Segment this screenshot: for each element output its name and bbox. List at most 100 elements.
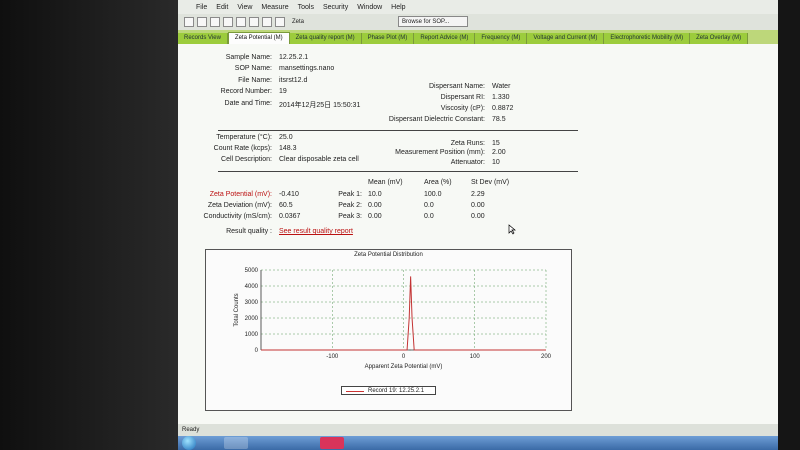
viscosity-label: Viscosity (cP): <box>440 105 485 112</box>
zeta-potential-label: Zeta Potential (mV): <box>209 191 272 198</box>
status-bar: Ready <box>178 424 778 436</box>
menu-file[interactable]: File <box>196 4 207 11</box>
date-time-value: 2014年12月25日 15:50:31 <box>279 102 361 109</box>
sample-name-label: Sample Name: <box>225 54 272 61</box>
legend-series-name: Record 19: 12.25.2.1 <box>368 388 425 394</box>
stdev-column-header: St Dev (mV) <box>471 179 510 186</box>
section-divider <box>218 130 578 131</box>
peak-label: Peak 1: <box>338 191 362 198</box>
measurement-type-label: Zeta <box>292 19 305 25</box>
monitor-bezel-right <box>778 0 800 450</box>
start-button-icon[interactable] <box>182 436 196 450</box>
y-tick-label: 1000 <box>245 332 259 338</box>
tab-phase-plot[interactable]: Phase Plot (M) <box>361 33 415 44</box>
result-quality-report-link[interactable]: See result quality report <box>279 228 353 235</box>
result-quality-label: Result quality : <box>226 228 272 235</box>
menu-tools[interactable]: Tools <box>298 4 314 11</box>
zeta-runs-label: Zeta Runs: <box>450 140 485 147</box>
file-name-value: itsrst12.d <box>279 77 308 84</box>
sop-name-label: SOP Name: <box>234 65 272 72</box>
file-name-label: File Name: <box>238 77 272 84</box>
peak-stdev: 2.29 <box>471 191 485 198</box>
paste-icon[interactable] <box>262 17 272 27</box>
cell-description-value: Clear disposable zeta cell <box>279 156 359 163</box>
y-tick-label: 0 <box>255 348 259 354</box>
date-time-label: Date and Time: <box>224 100 272 107</box>
dielectric-constant-label: Dispersant Dielectric Constant: <box>388 116 485 123</box>
tab-voltage-current[interactable]: Voltage and Current (M) <box>527 33 605 44</box>
x-axis-label: Apparent Zeta Potential (mV) <box>365 364 443 370</box>
measurement-position-label: Measurement Position (mm): <box>395 149 485 156</box>
cut-icon[interactable] <box>236 17 246 27</box>
y-tick-label: 3000 <box>245 300 259 306</box>
zeta-deviation-value: 60.5 <box>279 202 293 209</box>
tab-records-view[interactable]: Records View <box>178 33 228 44</box>
peak-stdev: 0.00 <box>471 202 485 209</box>
dielectric-constant-value: 78.5 <box>492 116 506 123</box>
menu-measure[interactable]: Measure <box>261 4 288 11</box>
measure-icon[interactable] <box>275 17 285 27</box>
peak-area: 100.0 <box>424 191 442 198</box>
measurement-position-value: 2.00 <box>492 149 506 156</box>
x-tick-label: 100 <box>470 354 481 360</box>
tab-frequency[interactable]: Frequency (M) <box>475 33 528 44</box>
tab-zeta-overlay[interactable]: Zeta Overlay (M) <box>690 33 749 44</box>
dispersant-name-value: Water <box>492 83 511 90</box>
attenuator-value: 10 <box>492 159 500 166</box>
tab-zeta-quality-report[interactable]: Zeta quality report (M) <box>289 33 362 44</box>
toolbar: Zeta Browse for SOP... <box>178 14 778 30</box>
menu-window[interactable]: Window <box>357 4 382 11</box>
zeta-potential-value: -0.410 <box>279 191 299 198</box>
mean-column-header: Mean (mV) <box>368 179 403 186</box>
report-tabs: Records View Zeta Potential (M) Zeta qua… <box>178 30 778 44</box>
print-icon[interactable] <box>223 17 233 27</box>
application-window: File Edit View Measure Tools Security Wi… <box>178 0 778 450</box>
menu-security[interactable]: Security <box>323 4 348 11</box>
peak-stdev: 0.00 <box>471 213 485 220</box>
peak-mean: 0.00 <box>368 213 382 220</box>
new-file-icon[interactable] <box>184 17 194 27</box>
section-divider <box>218 171 578 172</box>
mouse-cursor-icon <box>508 224 516 235</box>
tab-electrophoretic-mobility[interactable]: Electrophoretic Mobility (M) <box>604 33 691 44</box>
x-tick-label: -100 <box>326 354 339 360</box>
taskbar-zetasizer-icon[interactable] <box>320 437 344 449</box>
menu-edit[interactable]: Edit <box>216 4 228 11</box>
attenuator-label: Attenuator: <box>450 159 485 166</box>
peak-label: Peak 3: <box>338 213 362 220</box>
conductivity-label: Conductivity (mS/cm): <box>203 213 272 220</box>
windows-taskbar <box>178 436 778 450</box>
viscosity-value: 0.8872 <box>492 105 514 112</box>
y-tick-label: 5000 <box>245 268 259 274</box>
y-tick-label: 2000 <box>245 316 259 322</box>
peak-label: Peak 2: <box>338 202 362 209</box>
peak-mean: 0.00 <box>368 202 382 209</box>
temperature-value: 25.0 <box>279 134 293 141</box>
open-folder-icon[interactable] <box>197 17 207 27</box>
monitor-bezel <box>0 0 178 450</box>
menu-bar: File Edit View Measure Tools Security Wi… <box>178 0 778 14</box>
cell-description-label: Cell Description: <box>221 156 272 163</box>
area-column-header: Area (%) <box>424 179 452 186</box>
copy-icon[interactable] <box>249 17 259 27</box>
save-icon[interactable] <box>210 17 220 27</box>
y-axis-label: Total Counts <box>234 293 240 326</box>
taskbar-app-icon[interactable] <box>224 437 248 449</box>
record-number-label: Record Number: <box>220 88 272 95</box>
record-number-value: 19 <box>279 88 287 95</box>
chart-legend: Record 19: 12.25.2.1 <box>341 386 436 395</box>
y-tick-label: 4000 <box>245 284 259 290</box>
conductivity-value: 0.0367 <box>279 213 301 220</box>
peak-mean: 10.0 <box>368 191 382 198</box>
sample-name-value: 12.25.2.1 <box>279 54 309 61</box>
count-rate-label: Count Rate (kcps): <box>213 145 272 152</box>
count-rate-value: 148.3 <box>279 145 297 152</box>
peak-area: 0.0 <box>424 202 434 209</box>
menu-help[interactable]: Help <box>391 4 405 11</box>
sop-name-value: mansettings.nano <box>279 65 335 72</box>
menu-view[interactable]: View <box>237 4 252 11</box>
tab-report-advice[interactable]: Report Advice (M) <box>414 33 476 44</box>
tab-zeta-potential[interactable]: Zeta Potential (M) <box>227 32 290 44</box>
zeta-deviation-label: Zeta Deviation (mV): <box>207 202 272 209</box>
browse-sop-button[interactable]: Browse for SOP... <box>398 16 468 27</box>
